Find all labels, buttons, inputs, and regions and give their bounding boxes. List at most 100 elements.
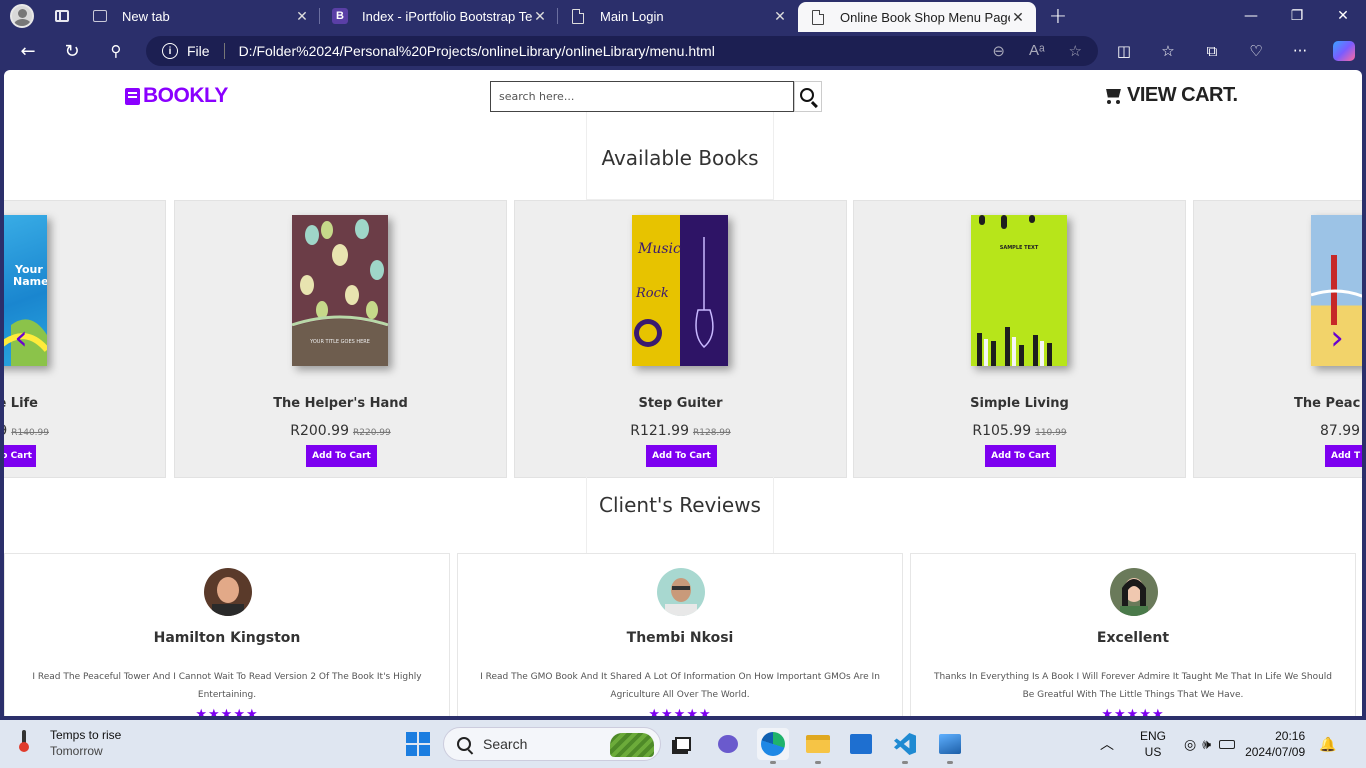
profile-button[interactable] [0,0,44,32]
book-old-price: R128.99 [692,428,731,438]
minimize-button[interactable]: — [1228,0,1274,32]
close-window-button[interactable]: ✕ [1320,0,1366,32]
clock-date: 2024/07/09 [1245,745,1306,759]
tab-new-tab[interactable]: New tab ✕ [80,0,320,32]
search-icon [457,737,471,751]
restore-button[interactable]: ❐ [1274,0,1320,32]
carousel-next-icon[interactable]: › [1324,318,1350,358]
volume-icon[interactable]: 🕪 [1202,736,1211,753]
search-button[interactable] [794,81,822,112]
svg-text:SAMPLE TEXT: SAMPLE TEXT [1000,245,1039,251]
copilot-icon[interactable] [1333,41,1355,61]
tab-main-login[interactable]: Main Login ✕ [558,0,798,32]
refresh-button[interactable]: ↻ [50,32,94,70]
book-price: 9 [4,423,7,439]
review-text: I Read The Peaceful Tower And I Cannot W… [32,672,422,700]
star-rating: ★★★★★ [195,707,259,716]
add-to-cart-button[interactable]: Add To Cart [646,445,717,467]
task-view-button[interactable] [667,728,699,760]
svg-text:Rock: Rock [635,286,669,301]
more-menu-icon[interactable]: ··· [1278,42,1322,60]
book-card: SAMPLE TEXT Simple Living R105.99 110.99 … [853,200,1186,478]
new-tab-button[interactable]: + [1036,0,1080,32]
book-price-row: 9 R140.99 [4,423,49,439]
tab-title: Index - iPortfolio Bootstrap Temp [362,8,532,24]
book-cover: YOUR TITLE GOES HERE [291,215,389,366]
taskbar-search[interactable]: Search [443,727,661,761]
tab-close-button[interactable]: ✕ [294,8,310,25]
search-icon: ⚲ [110,42,122,60]
window-controls: — ❐ ✕ [1228,0,1366,32]
book-old-price: R220.99 [352,428,391,438]
browser-essentials-icon[interactable]: ♡ [1234,42,1278,60]
logo-text: BOOKLY [143,84,228,107]
battery-icon[interactable] [1219,739,1236,749]
url-divider [223,43,225,59]
language-indicator[interactable]: ENG US [1140,728,1166,760]
client-reviews-heading: Client's Reviews [586,477,774,554]
book-title: The Helper's Hand [273,396,408,411]
tab-actions-button[interactable] [44,0,80,32]
carousel-prev-icon[interactable]: ‹ [8,318,34,358]
book-price-row: R105.99 110.99 [854,423,1185,439]
tab-close-button[interactable]: ✕ [772,8,788,25]
review-card: Excellent Thanks In Everything Is A Book… [910,553,1356,716]
info-icon[interactable]: i [162,43,178,59]
clock[interactable]: 20:16 2024/07/09 [1245,728,1305,760]
meet-now-button[interactable] [712,728,744,760]
book-cover-art: Music Rock [634,237,714,349]
address-bar[interactable]: i File D:/Folder%2024/Personal%20Project… [146,36,1098,66]
address-bar-actions: ⊖ Aᵃ ☆ [992,42,1082,60]
site-logo[interactable]: BOOKLY [125,84,228,108]
book-card: YOUR TITLE GOES HERE The Helper's Hand R… [174,200,507,478]
photos-button[interactable] [934,728,966,764]
add-to-cart-button[interactable]: o Cart [4,445,36,467]
book-price: R121.99 [630,423,689,439]
tab-actions-icon [55,10,69,22]
tab-iportfolio[interactable]: B Index - iPortfolio Bootstrap Temp ✕ [320,0,558,32]
bootstrap-icon: B [332,8,348,24]
add-to-cart-button[interactable]: Add T [1325,445,1362,467]
store-button[interactable] [845,728,877,760]
split-screen-icon[interactable]: ◫ [1102,42,1146,60]
windows-logo-icon [406,732,430,756]
zoom-out-icon[interactable]: ⊖ [992,42,1005,60]
review-text: Thanks In Everything Is A Book I Will Fo… [933,672,1332,700]
edge-icon [761,732,785,756]
globe-icon[interactable]: ◎ [1184,736,1196,753]
chevron-up-icon[interactable]: ︿ [1100,734,1114,754]
browser-toolbar: ← ↻ ⚲ i File D:/Folder%2024/Personal%20P… [0,32,1366,70]
collections-icon[interactable]: ⧉ [1190,42,1234,60]
book-cover: SAMPLE TEXT [971,215,1067,366]
browser-tab-strip: New tab ✕ B Index - iPortfolio Bootstrap… [0,0,1366,32]
favorite-star-icon[interactable]: ☆ [1069,42,1082,60]
search-highlight-icon [610,733,654,757]
tab-close-button[interactable]: ✕ [1010,9,1026,26]
edge-taskbar-button[interactable] [757,728,789,764]
search-tabs-button[interactable]: ⚲ [94,32,138,70]
book-price-row: R200.99 R220.99 [175,423,506,439]
tab-title: Online Book Shop Menu Page [840,9,1010,25]
favorites-icon[interactable]: ☆ [1146,42,1190,60]
add-to-cart-button[interactable]: Add To Cart [985,445,1056,467]
notification-bell-icon[interactable]: 🔔 [1319,736,1336,753]
book-price: R200.99 [290,423,349,439]
book-price-row: R121.99 R128.99 [515,423,846,439]
reviewer-avatar [657,568,705,616]
book-icon [125,87,140,105]
file-explorer-button[interactable] [802,728,834,764]
add-to-cart-button[interactable]: Add To Cart [306,445,377,467]
tab-book-shop-menu[interactable]: Online Book Shop Menu Page ✕ [798,2,1036,32]
view-cart-link[interactable]: VIEW CART. [1103,84,1238,107]
search-input[interactable] [491,82,793,111]
start-button[interactable] [402,728,434,760]
read-aloud-icon[interactable]: Aᵃ [1029,42,1045,60]
weather-widget[interactable]: Temps to rise Tomorrow [16,728,121,758]
url-text[interactable]: D:/Folder%2024/Personal%20Projects/onlin… [239,43,715,59]
tab-close-button[interactable]: ✕ [532,8,548,25]
folder-icon [806,735,830,753]
back-button[interactable]: ← [6,32,50,70]
running-indicator [947,761,953,764]
vscode-button[interactable] [889,728,921,764]
book-title: e Life [4,396,38,411]
